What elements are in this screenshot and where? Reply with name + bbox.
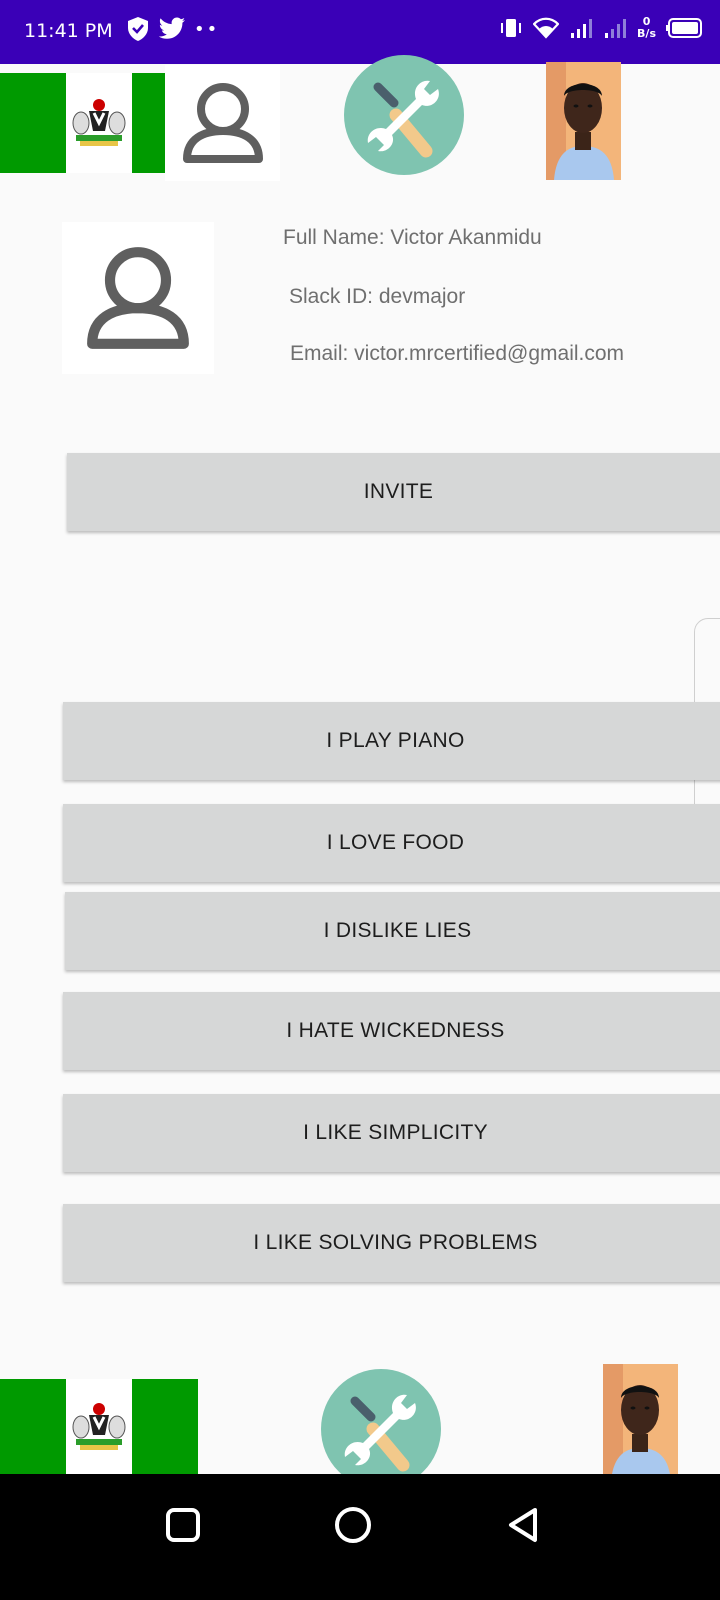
square-icon [166,1508,200,1542]
wickedness-button[interactable]: I HATE WICKEDNESS [63,992,720,1070]
coat-of-arms-icon [72,99,126,146]
notification-icons: •• [126,16,219,42]
vibrate-icon [501,19,522,37]
tools-icon-top [344,55,464,175]
back-button[interactable] [498,1500,548,1550]
status-time: 11:41 PM [24,20,113,42]
profile-photo [546,62,621,180]
lies-button[interactable]: I DISLIKE LIES [65,892,720,970]
slack-id-text: Slack ID: devmajor [289,285,466,308]
avatar-person-icon [87,247,189,349]
simplicity-button[interactable]: I LIKE SIMPLICITY [63,1094,720,1172]
profile-avatar [62,222,214,374]
food-button[interactable]: I LOVE FOOD [63,804,720,882]
piano-button[interactable]: I PLAY PIANO [63,702,720,780]
solving-problems-button[interactable]: I LIKE SOLVING PROBLEMS [63,1204,720,1282]
signal-icon-2 [605,19,627,38]
full-name-text: Full Name: Victor Akanmidu [283,226,542,249]
email-text: Email: victor.mrcertified@gmail.com [290,342,625,365]
tools-icon-bottom [321,1369,441,1474]
network-speed: 0 B/s [637,16,656,40]
tools-icon [321,1369,441,1474]
person-icon-top-box [165,65,280,181]
profile-photo [603,1364,678,1474]
navigation-bar [0,1474,720,1600]
battery-icon [666,18,702,38]
twitter-icon [158,17,185,39]
wifi-icon [533,17,560,39]
circle-icon [335,1507,371,1543]
nigeria-flag-bottom [0,1379,198,1475]
home-button[interactable] [328,1500,378,1550]
recents-button[interactable] [158,1500,208,1550]
nigeria-flag-top [0,73,165,173]
network-speed-unit: B/s [637,27,656,40]
profile-photo-bottom [603,1364,678,1474]
shield-icon [128,17,148,41]
invite-button[interactable]: INVITE [67,453,720,531]
system-icons: 0 B/s [499,16,704,40]
triangle-back-icon [509,1508,537,1542]
person-icon [182,83,263,163]
profile-photo-top [546,62,621,180]
more-notifications-dots: •• [194,18,220,40]
signal-icon-1 [571,19,593,38]
coat-of-arms-icon [72,1403,126,1450]
tools-icon [344,55,464,175]
